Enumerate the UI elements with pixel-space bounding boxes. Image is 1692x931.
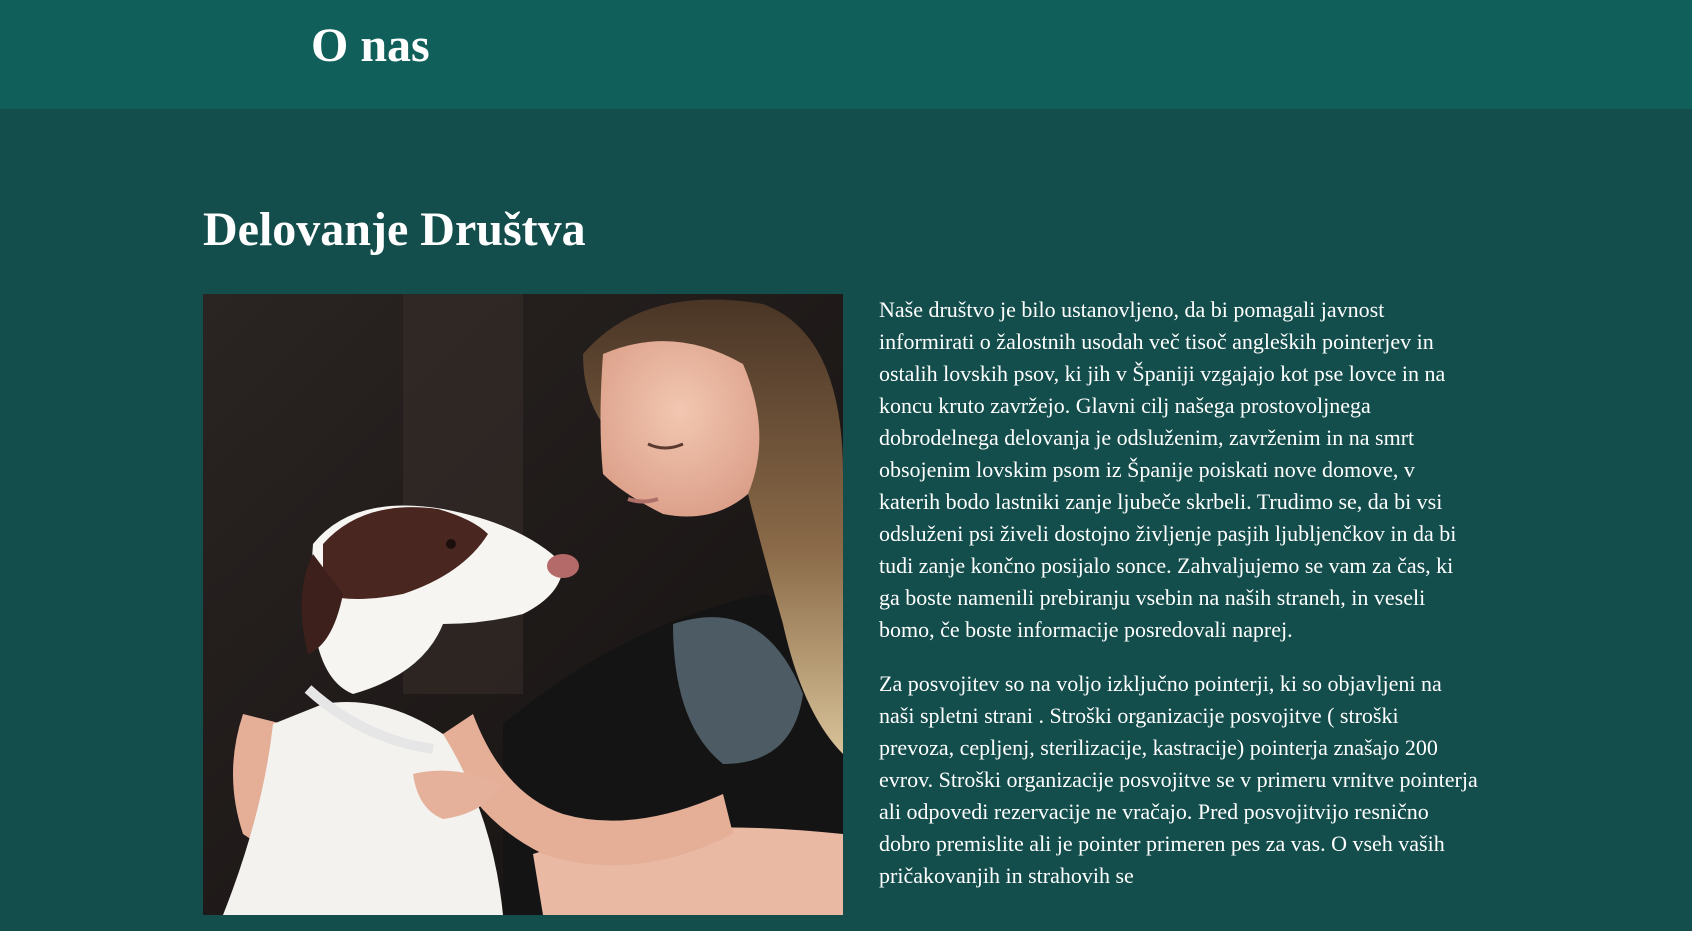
paragraph: Za posvojitev so na voljo izključno poin… [879,671,1478,888]
paragraph: Naše društvo je bilo ustanovljeno, da bi… [879,297,1457,642]
page-title: O nas [311,19,430,72]
page-header: O nas [0,0,1692,109]
section-title: Delovanje Društva [203,203,586,256]
about-text: Naše društvo je bilo ustanovljeno, da bi… [879,294,1479,914]
dog-and-woman-photo [203,294,843,915]
